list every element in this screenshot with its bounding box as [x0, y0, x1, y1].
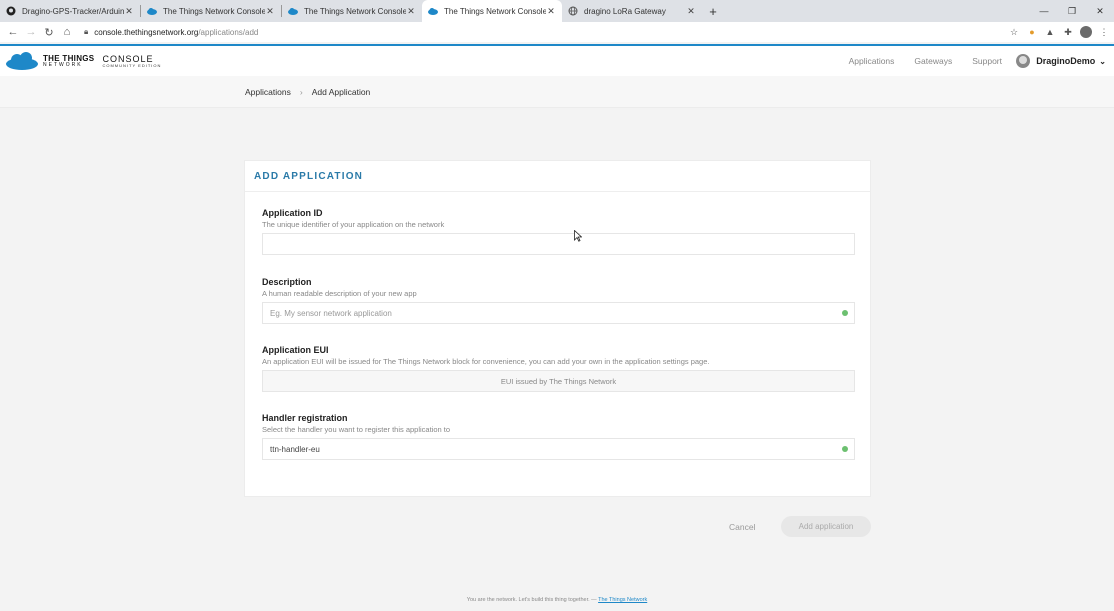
application-id-field: Application ID The unique identifier of … [262, 208, 855, 255]
description-input[interactable]: Eg. My sensor network application [262, 302, 855, 324]
extension-icon[interactable]: ▲ [1044, 26, 1056, 38]
home-icon[interactable]: ⌂ [58, 23, 76, 41]
window-controls: — ❐ ✕ [1030, 0, 1114, 22]
browser-tab[interactable]: Dragino-GPS-Tracker/Arduino Lo ✕ [0, 0, 140, 22]
browser-tab-strip: Dragino-GPS-Tracker/Arduino Lo ✕ The Thi… [0, 0, 1114, 22]
field-label: Application ID [262, 208, 323, 218]
nav-support[interactable]: Support [972, 56, 1002, 66]
card-title: ADD APPLICATION [245, 161, 870, 192]
url-host: console.thethingsnetwork.org [94, 27, 199, 37]
field-hint: A human readable description of your new… [262, 289, 417, 298]
browser-toolbar: ← → ↻ ⌂ 🔒︎ console.thethingsnetwork.org /… [0, 22, 1114, 42]
ttn-logo[interactable]: THE THINGS NETWORK CONSOLE COMMUNITY EDI… [5, 52, 161, 70]
field-hint: An application EUI will be issued for Th… [262, 357, 710, 366]
browser-tab[interactable]: The Things Network Console ✕ [141, 0, 281, 22]
address-bar[interactable]: 🔒︎ console.thethingsnetwork.org/applicat… [84, 24, 994, 40]
valid-indicator-icon [842, 446, 848, 452]
reload-icon[interactable]: ↻ [40, 23, 58, 41]
ttn-cloud-icon [288, 6, 298, 16]
add-application-button[interactable]: Add application [781, 516, 871, 537]
close-icon[interactable]: ✕ [124, 6, 134, 17]
url-path: /applications/add [198, 27, 259, 37]
username: DraginoDemo [1036, 56, 1096, 66]
browser-tab-title: The Things Network Console [444, 6, 546, 16]
browser-tab[interactable]: The Things Network Console ✕ [282, 0, 422, 22]
breadcrumb: Applications › Add Application [0, 76, 1114, 108]
close-icon[interactable]: ✕ [265, 6, 275, 17]
browser-tab-title: The Things Network Console [304, 6, 406, 16]
field-hint: The unique identifier of your applicatio… [262, 220, 445, 229]
application-eui-input: EUI issued by The Things Network [262, 370, 855, 392]
chevron-right-icon: › [299, 86, 303, 97]
ttn-cloud-icon [428, 6, 438, 16]
field-label: Handler registration [262, 413, 348, 423]
edition-label: COMMUNITY EDITION [102, 62, 162, 68]
field-hint: Select the handler you want to register … [262, 425, 451, 434]
bookmark-star-icon[interactable]: ☆ [1008, 26, 1020, 38]
close-icon[interactable]: ✕ [546, 6, 556, 17]
ttn-cloud-icon [6, 52, 38, 70]
extension-icon[interactable]: ● [1026, 26, 1038, 38]
profile-avatar[interactable] [1080, 26, 1092, 38]
browser-tab-active[interactable]: The Things Network Console ✕ [422, 0, 562, 22]
nav-applications[interactable]: Applications [849, 56, 895, 66]
restore-icon[interactable]: ❐ [1058, 0, 1086, 22]
new-tab-icon[interactable]: + [702, 0, 724, 22]
cancel-button[interactable]: Cancel [729, 518, 755, 536]
valid-indicator-icon [842, 310, 848, 316]
description-field: Description A human readable description… [262, 277, 855, 324]
footer-text: You are the network. Let's build this th… [466, 597, 599, 603]
back-icon[interactable]: ← [4, 23, 22, 41]
lock-icon: 🔒︎ [84, 27, 89, 36]
field-label: Description [262, 277, 312, 287]
avatar [1016, 54, 1031, 68]
breadcrumb-applications[interactable]: Applications [245, 87, 291, 97]
field-label: Application EUI [262, 345, 329, 355]
chevron-down-icon: ⌄ [1099, 56, 1106, 66]
more-menu-icon[interactable]: ⋮ [1098, 26, 1110, 38]
application-eui-field: Application EUI An application EUI will … [262, 345, 855, 392]
close-icon[interactable]: ✕ [686, 6, 696, 17]
github-icon [6, 6, 16, 16]
breadcrumb-current: Add Application [311, 86, 371, 97]
browser-tab-title: The Things Network Console [163, 6, 265, 16]
browser-tab[interactable]: dragino LoRa Gateway ✕ [562, 0, 702, 22]
handler-registration-field: Handler registration Select the handler … [262, 413, 855, 460]
ttn-cloud-icon [147, 6, 157, 16]
globe-icon [568, 6, 578, 16]
close-icon[interactable]: ✕ [406, 6, 416, 17]
forward-icon[interactable]: → [22, 23, 40, 41]
window-close-icon[interactable]: ✕ [1086, 0, 1114, 22]
add-application-card: ADD APPLICATION Application ID The uniqu… [244, 160, 871, 497]
browser-tab-title: dragino LoRa Gateway [584, 6, 666, 16]
app-header: THE THINGS NETWORK CONSOLE COMMUNITY EDI… [0, 44, 1114, 76]
minimize-icon[interactable]: — [1030, 0, 1058, 22]
application-id-input[interactable] [262, 233, 855, 255]
description-placeholder: Eg. My sensor network application [270, 308, 392, 318]
footer-link[interactable]: The Things Network [598, 597, 647, 603]
logo-line2: NETWORK [43, 61, 83, 68]
handler-select[interactable]: ttn-handler-eu [262, 438, 855, 460]
main-nav: Applications Gateways Support [849, 46, 1002, 76]
user-menu[interactable]: DraginoDemo ⌄ [1016, 46, 1106, 76]
browser-tab-title: Dragino-GPS-Tracker/Arduino Lo [22, 6, 124, 16]
mouse-cursor-icon [574, 230, 582, 242]
nav-gateways[interactable]: Gateways [914, 56, 952, 66]
handler-value: ttn-handler-eu [270, 444, 320, 454]
footer: You are the network. Let's build this th… [0, 597, 1114, 603]
puzzle-icon[interactable]: ✚ [1062, 26, 1074, 38]
